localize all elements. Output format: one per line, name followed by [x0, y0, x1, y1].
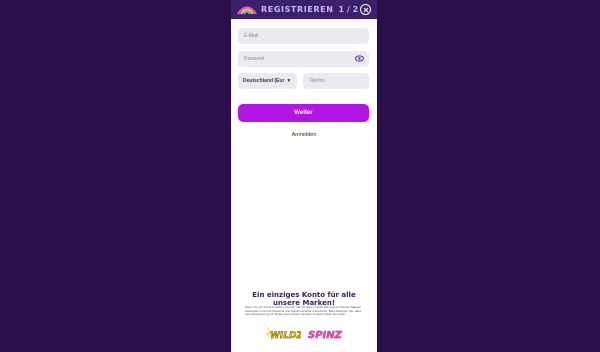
brand-logos: WILDZ SPINZ	[261, 322, 351, 344]
wildz-logo: WILDZ	[264, 323, 301, 343]
wildz-logo-text: WILDZ	[270, 331, 301, 341]
email-field[interactable]: E-Mail	[238, 28, 369, 44]
chevron-down-icon: ▼	[286, 78, 292, 84]
promo-text: Wenn Sie ein Konto erstellen, können Sie…	[245, 305, 362, 317]
weiter-button[interactable]: Weiter	[238, 104, 369, 122]
country-select[interactable]: Deutschland (Eur ▼	[238, 73, 297, 89]
password-field[interactable]: Passwort	[238, 51, 369, 67]
spinz-logo: SPINZ	[308, 330, 343, 341]
step-indicator: 1 / 2	[338, 5, 359, 14]
phone-field[interactable]: Telefon	[303, 73, 369, 89]
email-placeholder: E-Mail	[244, 33, 259, 39]
spinz-logo-text: SPINZ	[308, 330, 343, 341]
close-icon[interactable]	[360, 4, 371, 15]
country-value: Deutschland (Eur	[243, 78, 285, 84]
eye-icon[interactable]	[355, 55, 364, 64]
phone-placeholder: Telefon	[309, 78, 326, 84]
login-link[interactable]: Anmelden	[231, 132, 377, 138]
modal-title: REGISTRIEREN	[261, 5, 334, 14]
registration-modal: REGISTRIEREN 1 / 2 E-Mail Passwort Deuts…	[231, 0, 377, 352]
modal-header: REGISTRIEREN 1 / 2	[231, 0, 377, 19]
password-placeholder: Passwort	[244, 56, 265, 62]
logo-icon	[237, 5, 257, 15]
